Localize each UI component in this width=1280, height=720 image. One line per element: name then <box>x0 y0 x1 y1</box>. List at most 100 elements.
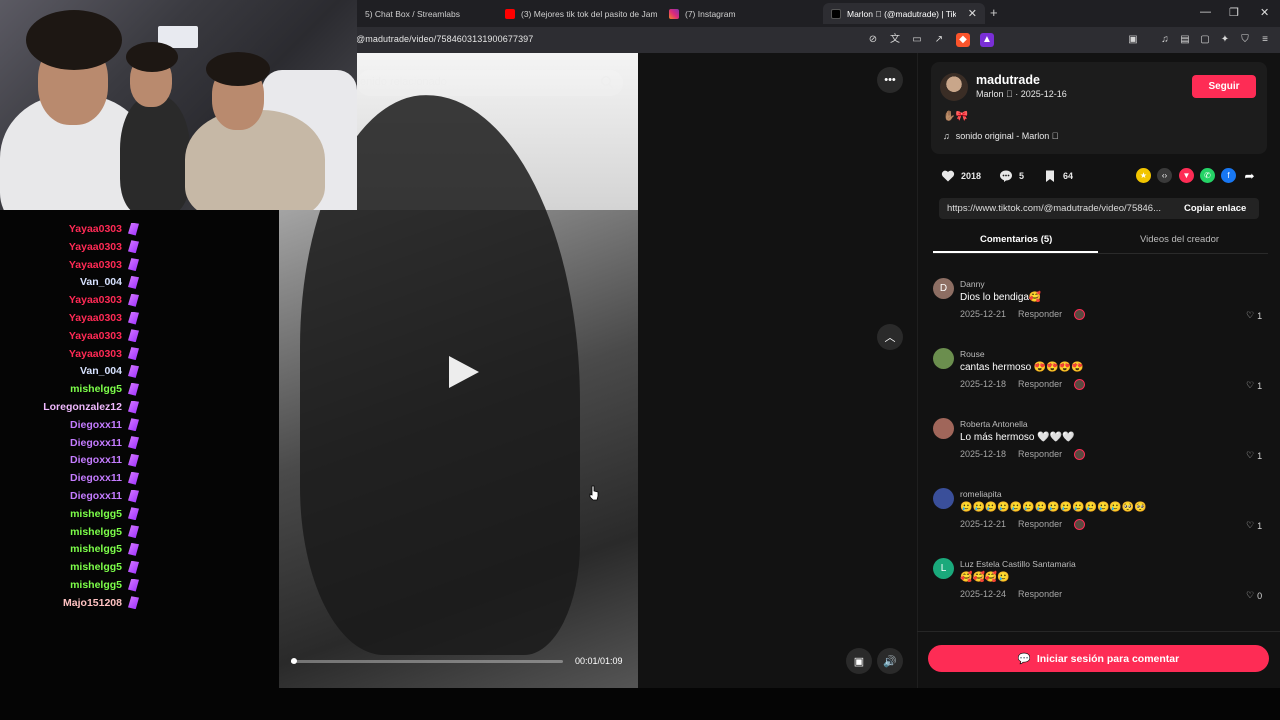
facebook-icon[interactable]: f <box>1221 168 1236 183</box>
reply-button[interactable]: Responder <box>1018 379 1062 390</box>
creator-liked-avatar-icon <box>1074 309 1086 320</box>
chat-username: Yayaa0303 <box>68 223 122 235</box>
no-image-icon[interactable]: ⊘ <box>866 33 880 47</box>
chat-username: Diegoxx11 <box>70 472 122 485</box>
url-field[interactable]: @madutrade/video/7584603131900677397 <box>356 34 533 44</box>
comment-like-count: 1 <box>1257 310 1263 321</box>
comment-meta: 2025-12-18 Responder <box>960 449 1086 460</box>
chat-badge-icon <box>128 560 139 574</box>
related-search-placeholder: tenido relacionado <box>357 76 447 88</box>
comment-text: 🥲🥲🥲🥲🥲🥲🥲🥲🥲🥲🥲🥲🥲🥺🥺 <box>960 502 1147 513</box>
tiktok-icon <box>831 8 841 19</box>
mouse-cursor-icon <box>589 485 599 501</box>
heart-outline-icon: ♡ <box>1246 450 1255 460</box>
comment-stat[interactable]: 5 <box>999 169 1024 183</box>
comment-text: Dios lo bendiga🥰 <box>960 292 1042 303</box>
play-icon[interactable] <box>443 352 483 392</box>
leo-ai-icon[interactable]: ✦ <box>1218 33 1232 47</box>
search-icon[interactable] <box>600 75 614 89</box>
brave-shield-icon[interactable]: ◆ <box>956 33 970 47</box>
vpn-icon[interactable]: ⛉ <box>1238 33 1252 47</box>
reply-button[interactable]: Responder <box>1018 519 1062 530</box>
reply-button[interactable]: Responder <box>1018 309 1062 320</box>
whatsapp-icon[interactable]: ✆ <box>1200 168 1215 183</box>
reply-button[interactable]: Responder <box>1018 589 1062 599</box>
login-to-comment-button[interactable]: 💬 Iniciar sesión para comentar <box>928 645 1269 672</box>
comment-like-button[interactable]: ♡ 1 <box>1246 450 1262 461</box>
tab-chat-box[interactable]: 5) Chat Box / Streamlabs <box>357 3 497 24</box>
share-page-icon[interactable]: ↗ <box>932 33 946 47</box>
commenter-name[interactable]: Roberta Antonella <box>960 419 1028 429</box>
copy-link-button[interactable]: Copiar enlace <box>1184 203 1246 214</box>
author-avatar[interactable] <box>940 73 968 101</box>
comment-like-button[interactable]: ♡ 1 <box>1246 520 1262 531</box>
reader-icon[interactable]: ▤ <box>1178 33 1192 47</box>
comment-like-button[interactable]: ♡ 1 <box>1246 380 1262 391</box>
tab-comments[interactable]: Comentarios (5) <box>980 234 1052 245</box>
restore-icon[interactable]: ❐ <box>1229 6 1239 19</box>
sidebar-panel-icon[interactable]: ▣ <box>1126 33 1140 47</box>
commenter-name[interactable]: romeliapita <box>960 489 1002 499</box>
commenter-avatar[interactable]: D <box>933 278 954 299</box>
like-count: 2018 <box>961 171 982 181</box>
volume-icon[interactable]: 🔊 <box>877 648 903 674</box>
embed-icon[interactable]: ‹› <box>1157 168 1172 183</box>
close-tab-icon[interactable]: ✕ <box>968 7 977 20</box>
comment-date: 2025-12-18 <box>960 449 1007 459</box>
comment-like-count: 0 <box>1257 590 1263 601</box>
picture-in-picture-icon[interactable]: ▣ <box>846 648 872 674</box>
comment-date: 2025-12-24 <box>960 589 1007 599</box>
guest2-shirt <box>185 110 325 210</box>
comment-like-count: 1 <box>1257 380 1263 391</box>
menu-icon[interactable]: ≡ <box>1258 33 1272 47</box>
share-arrow-icon[interactable]: ➦ <box>1242 168 1257 183</box>
send-icon[interactable]: ▼ <box>1179 168 1194 183</box>
commenter-avatar[interactable]: L <box>933 558 954 579</box>
chat-username: mishelgg5 <box>70 543 122 556</box>
close-window-icon[interactable]: ✕ <box>1260 6 1269 19</box>
chat-username: Yayaa0303 <box>68 258 122 271</box>
chat-username: mishelgg5 <box>70 525 122 538</box>
video-progress-knob[interactable] <box>290 658 297 664</box>
repost-icon[interactable]: ★ <box>1136 168 1151 183</box>
tab-instagram[interactable]: (7) Instagram <box>661 3 821 24</box>
commenter-name[interactable]: Luz Estela Castillo Santamaria <box>960 559 1076 569</box>
save-count: 64 <box>1063 171 1074 181</box>
comment-like-button[interactable]: ♡ 0 <box>1246 590 1262 601</box>
comment-bubble-icon <box>1000 170 1012 182</box>
new-tab-button[interactable]: + <box>990 5 998 20</box>
comment-text: Lo más hermoso 🤍🤍🤍 <box>960 432 1075 443</box>
translate-icon[interactable]: 文 <box>888 33 902 47</box>
tab-creator-videos[interactable]: Videos del creador <box>1140 234 1219 245</box>
commenter-avatar[interactable] <box>933 418 954 439</box>
tab-youtube[interactable]: (3) Mejores tik tok del pasito de Jam <box>497 3 657 24</box>
chat-username: mishelgg5 <box>70 383 122 396</box>
music-note-icon: ♫ <box>943 131 950 141</box>
comment-meta: 2025-12-21 Responder <box>960 309 1086 320</box>
tab-tiktok[interactable]: Marlon 🏽 (@madutrade) | TikTo ✕ <box>823 3 985 24</box>
chat-badge-icon <box>128 507 139 521</box>
commenter-avatar[interactable] <box>933 488 954 509</box>
taskbar-area <box>0 688 1280 720</box>
post-sound[interactable]: ♫ sonido original - Marlon 🏽 <box>943 131 1059 141</box>
video-progress-bar[interactable] <box>290 658 563 664</box>
commenter-avatar[interactable] <box>933 348 954 369</box>
chat-username: Loregonzalez12 <box>43 401 122 413</box>
more-options-icon[interactable]: ••• <box>877 67 903 93</box>
commenter-name[interactable]: Danny <box>960 279 985 289</box>
reply-button[interactable]: Responder <box>1018 449 1062 460</box>
post-link[interactable]: https://www.tiktok.com/@madutrade/video/… <box>947 203 1173 214</box>
follow-button[interactable]: Seguir <box>1192 75 1256 98</box>
minimize-icon[interactable]: — <box>1200 6 1211 18</box>
cast-icon[interactable]: ▭ <box>910 33 924 47</box>
previous-video-chevron-up-icon[interactable]: ︿ <box>877 324 903 350</box>
brave-rewards-icon[interactable]: ▲ <box>980 33 994 47</box>
commenter-name[interactable]: Rouse <box>960 349 985 359</box>
chat-message: Yayaa0303 <box>0 327 139 345</box>
save-stat[interactable]: 64 <box>1043 169 1073 183</box>
like-stat[interactable]: 2018 <box>941 169 981 183</box>
comment-like-button[interactable]: ♡ 1 <box>1246 310 1262 321</box>
wallet-icon[interactable]: ▢ <box>1198 33 1212 47</box>
music-icon[interactable]: ♫ <box>1158 33 1172 47</box>
author-username[interactable]: madutrade <box>976 73 1040 87</box>
